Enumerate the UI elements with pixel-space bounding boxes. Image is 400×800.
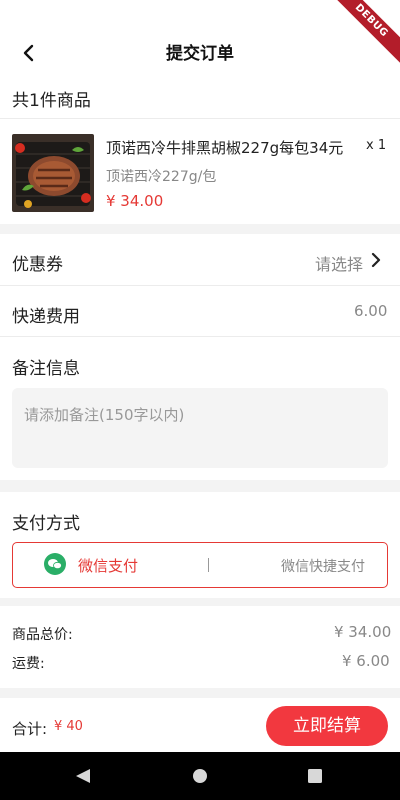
product-image	[12, 134, 94, 212]
divider	[0, 336, 400, 337]
freight-value: ¥ 6.00	[342, 652, 390, 670]
home-circle-icon[interactable]	[192, 768, 208, 784]
payment-option-wechat-quick[interactable]: 微信快捷支付	[281, 556, 365, 576]
payment-separator	[208, 558, 209, 572]
section-gap	[0, 224, 400, 234]
goods-total-value: ¥ 34.00	[334, 623, 392, 641]
remark-input[interactable]: 请添加备注(150字以内)	[12, 388, 388, 468]
back-triangle-icon[interactable]	[74, 768, 92, 784]
chevron-right-icon	[371, 252, 381, 268]
total-value: ¥ 40	[54, 719, 83, 734]
product-name: 顶诺西冷牛排黑胡椒227g每包34元	[106, 139, 344, 157]
coupon-row[interactable]: 优惠券 请选择	[0, 234, 400, 284]
system-navigation-bar	[0, 752, 400, 800]
settle-button[interactable]: 立即结算	[266, 706, 388, 746]
goods-count-label: 共1件商品	[12, 91, 91, 111]
remark-label: 备注信息	[12, 359, 80, 379]
divider	[0, 118, 400, 119]
coupon-value: 请选择	[315, 255, 364, 274]
product-quantity: x 1	[366, 138, 387, 153]
shipping-label: 快递费用	[12, 307, 80, 327]
coupon-label: 优惠券	[12, 255, 63, 275]
freight-label: 运费:	[12, 656, 45, 672]
payment-option-wechat[interactable]: 微信支付	[78, 555, 138, 576]
recents-square-icon[interactable]	[308, 769, 322, 783]
product-price: ¥ 34.00	[106, 192, 164, 210]
total-label: 合计:	[12, 720, 48, 738]
divider	[0, 285, 400, 286]
payment-label: 支付方式	[12, 514, 80, 534]
page-title: 提交订单	[166, 44, 234, 64]
shipping-value: 6.00	[354, 302, 388, 320]
wechat-icon	[44, 553, 66, 575]
remark-placeholder: 请添加备注(150字以内)	[24, 406, 185, 424]
steak-image	[12, 134, 94, 212]
section-gap	[0, 598, 400, 606]
product-spec: 顶诺西冷227g/包	[106, 169, 217, 185]
section-gap	[0, 688, 400, 698]
goods-total-label: 商品总价:	[12, 627, 73, 643]
section-gap	[0, 480, 400, 492]
